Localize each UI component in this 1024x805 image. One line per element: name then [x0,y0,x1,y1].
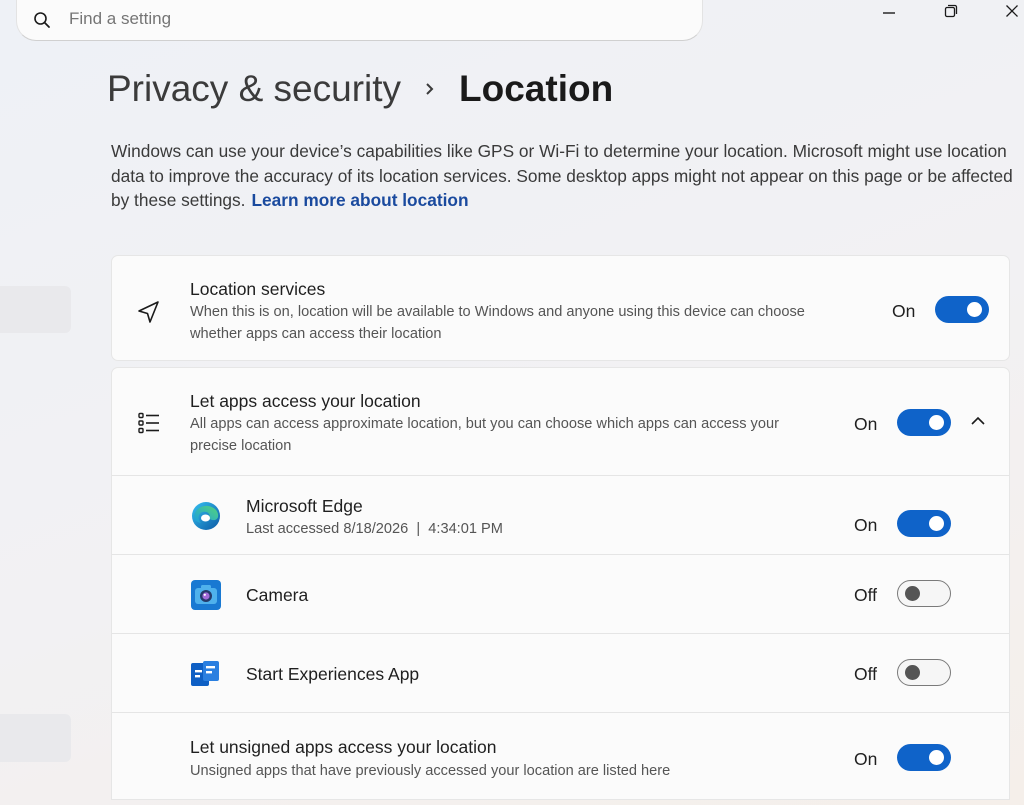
app-state-start-experiences: Off [854,664,878,684]
search-input[interactable] [69,9,669,29]
search-box[interactable] [16,0,703,41]
app-name-edge: Microsoft Edge [246,496,363,516]
page-description: Windows can use your device’s capabiliti… [111,139,1016,213]
let-apps-toggle[interactable] [897,409,951,436]
let-apps-title: Let apps access your location [190,391,421,411]
unsigned-apps-row: Let unsigned apps access your location U… [112,712,1009,801]
restore-icon [944,4,958,18]
sidebar-item[interactable] [0,286,71,333]
toggle-knob [929,415,944,430]
minimize-icon [883,12,895,14]
breadcrumb: Privacy & security Location [107,68,613,110]
let-apps-state: On [854,414,878,434]
let-apps-row: Let apps access your location All apps c… [112,368,1009,475]
chevron-up-icon[interactable] [969,414,987,428]
close-icon [1006,5,1018,17]
page-title: Location [459,68,614,109]
app-toggle-edge[interactable] [897,510,951,537]
toggle-knob [905,665,920,680]
minimize-button[interactable] [869,0,909,22]
learn-more-link[interactable]: Learn more about location [252,190,469,210]
app-state-camera: Off [854,585,878,605]
unsigned-apps-subtitle: Unsigned apps that have previously acces… [190,763,671,779]
let-apps-subtitle: All apps can access approximate location… [190,416,779,454]
location-services-title: Location services [190,279,326,299]
toggle-knob [967,302,982,317]
camera-icon [191,580,221,610]
sidebar-item[interactable] [0,714,71,762]
location-services-toggle[interactable] [935,296,989,323]
app-row-camera: Camera Off [112,554,1009,633]
app-name-camera: Camera [246,585,309,605]
edge-icon [192,502,220,530]
search-icon [34,12,50,28]
app-name-start-experiences: Start Experiences App [246,664,420,684]
list-icon [138,412,159,434]
app-toggle-camera[interactable] [897,580,951,607]
unsigned-apps-title: Let unsigned apps access your location [190,737,497,757]
toggle-knob [905,586,920,601]
toggle-knob [929,750,944,765]
location-services-card: Location services When this is on, locat… [111,255,1010,361]
chevron-right-icon [401,69,459,109]
start-experiences-icon [191,661,219,686]
app-row-start-experiences: Start Experiences App Off [112,633,1009,712]
unsigned-apps-state: On [854,749,878,769]
restore-button[interactable] [931,0,971,22]
app-detail-edge: Last accessed 8/18/2026 | 4:34:01 PM [246,521,503,537]
app-toggle-start-experiences[interactable] [897,659,951,686]
toggle-knob [929,516,944,531]
app-state-edge: On [854,515,878,535]
unsigned-apps-toggle[interactable] [897,744,951,771]
app-row-edge: Microsoft Edge Last accessed 8/18/2026 |… [112,475,1009,554]
location-services-state: On [892,301,916,321]
let-apps-card: Let apps access your location All apps c… [111,367,1010,800]
location-services-subtitle: When this is on, location will be availa… [190,304,805,342]
close-button[interactable] [992,0,1024,22]
description-text: Windows can use your device’s capabiliti… [111,141,1013,211]
breadcrumb-parent[interactable]: Privacy & security [107,68,401,110]
navigation-arrow-icon [138,301,159,323]
